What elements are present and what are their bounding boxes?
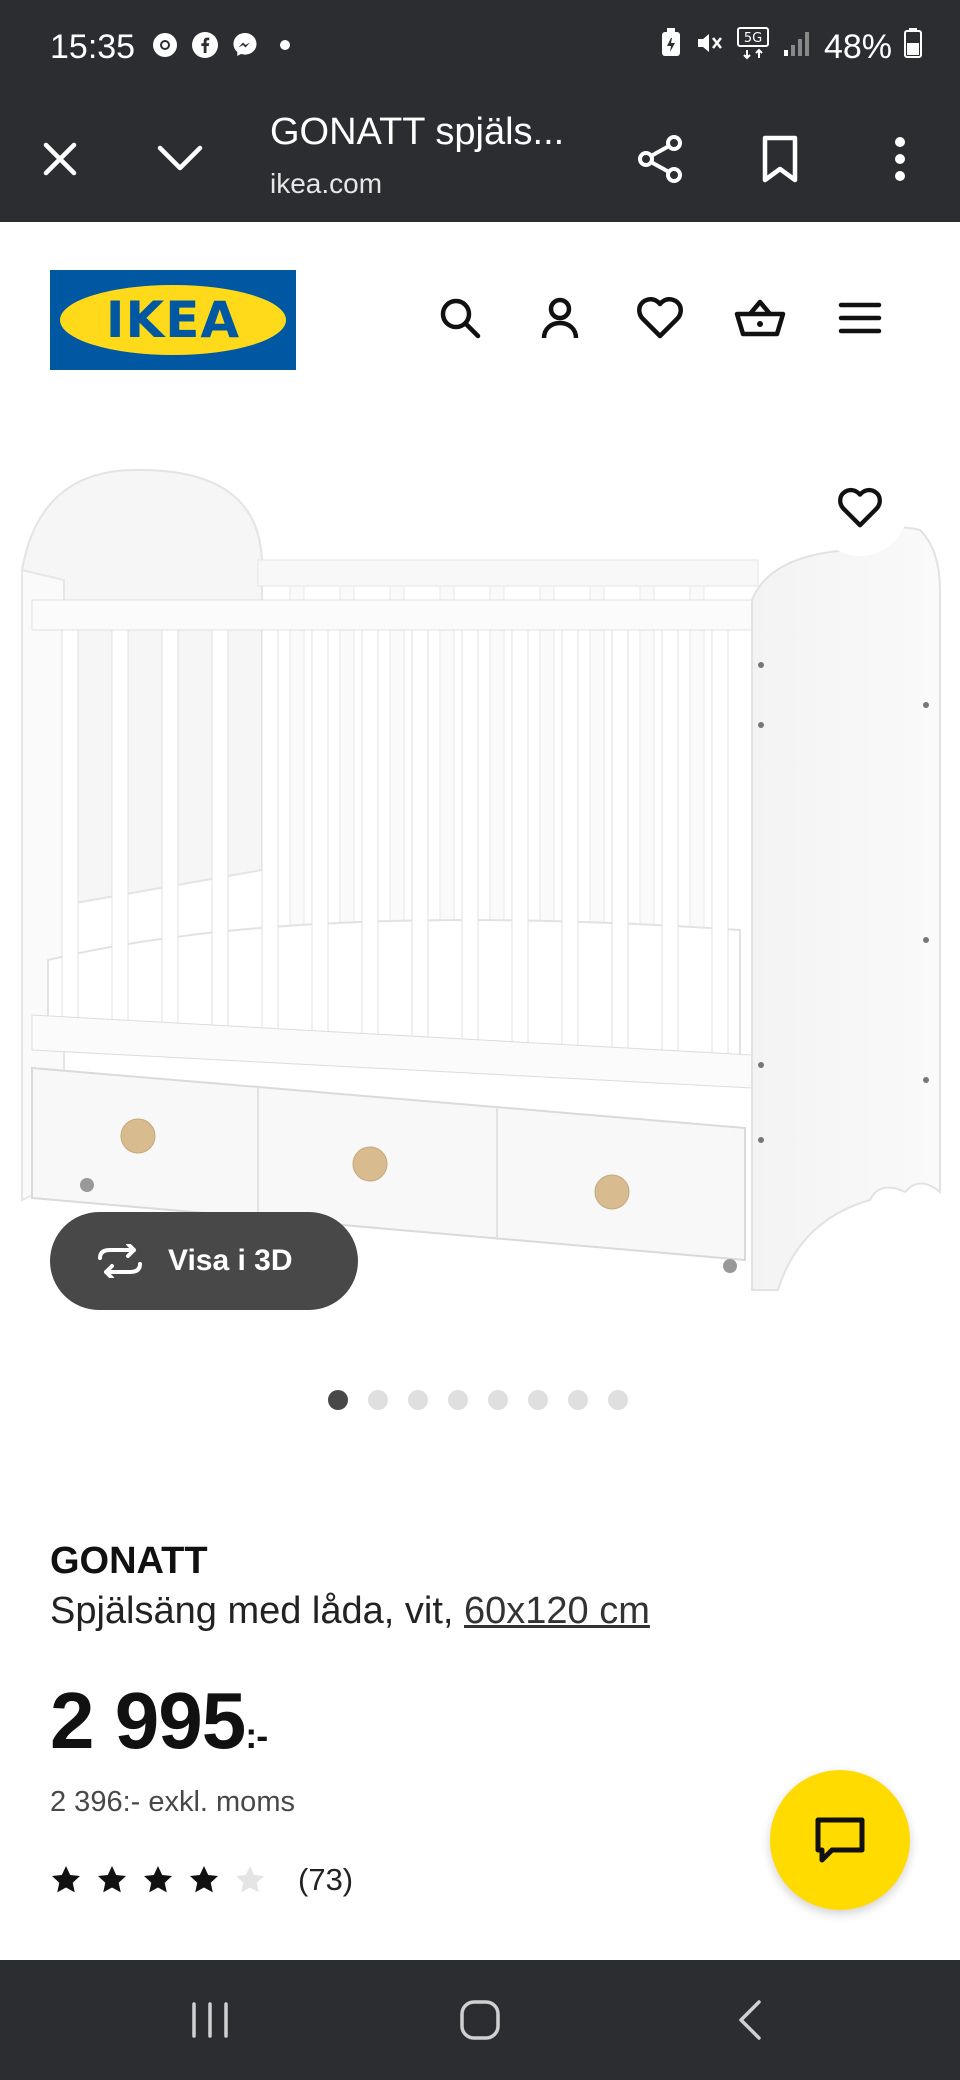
back-icon [739, 2000, 761, 2040]
facebook-icon [190, 30, 220, 60]
gallery-dot[interactable] [328, 1390, 348, 1410]
system-nav-bar [0, 1960, 960, 2080]
ikea-logo[interactable]: IKEA [50, 270, 296, 370]
account-icon [541, 297, 579, 339]
chat-button[interactable] [770, 1770, 910, 1910]
gallery-dot[interactable] [528, 1390, 548, 1410]
recent-apps-icon [192, 2002, 228, 2038]
gallery-dot[interactable] [408, 1390, 428, 1410]
search-icon [440, 298, 481, 339]
browser-toolbar: GONATT spjäls... ikea.com [0, 96, 960, 222]
search-button[interactable] [428, 286, 492, 350]
mute-icon [694, 28, 724, 67]
logo-text: IKEA [105, 291, 241, 349]
bookmark-icon [762, 135, 798, 183]
more-vertical-icon [895, 137, 905, 181]
chrome-icon [150, 30, 180, 60]
price-excl-vat: 2 396:- exkl. moms [50, 1786, 295, 1818]
star-filled-icon [98, 1866, 126, 1893]
gallery-pagination [328, 1390, 628, 1410]
notification-icons [150, 30, 300, 60]
cart-button[interactable] [728, 286, 792, 350]
size-link[interactable]: 60x120 cm [464, 1590, 650, 1632]
product-price: 2 995:- [50, 1675, 268, 1767]
menu-button[interactable] [828, 286, 892, 350]
review-count: (73) [298, 1862, 354, 1897]
home-button[interactable] [420, 1960, 540, 2080]
gallery-dot[interactable] [448, 1390, 468, 1410]
home-icon [460, 2000, 500, 2040]
minimize-button[interactable] [132, 96, 228, 222]
gallery-dot[interactable] [608, 1390, 628, 1410]
favourites-button[interactable] [628, 286, 692, 350]
product-description: Spjälsäng med låda, vit, 60x120 cm [50, 1590, 650, 1633]
svg-text:5G: 5G [744, 31, 762, 46]
price-suffix: :- [245, 1715, 268, 1756]
heart-icon [637, 297, 683, 339]
product-rating[interactable]: (73) [50, 1862, 353, 1898]
recent-apps-button[interactable] [150, 1960, 270, 2080]
gallery-dot[interactable] [368, 1390, 388, 1410]
product-name: GONATT [50, 1540, 208, 1582]
heart-icon [838, 487, 882, 528]
account-button[interactable] [528, 286, 592, 350]
close-tab-button[interactable] [12, 96, 108, 222]
battery-saver-icon [660, 28, 682, 67]
dot-indicator-icon [270, 30, 300, 60]
signal-icon [782, 28, 812, 67]
rotate-3d-icon [98, 1244, 142, 1278]
star-empty-icon [236, 1866, 264, 1893]
messenger-icon [230, 30, 260, 60]
price-main: 2 995 [50, 1676, 246, 1765]
add-to-favourites-button[interactable] [812, 460, 908, 556]
page-title: GONATT spjäls... [270, 111, 565, 153]
chat-icon [815, 1817, 865, 1863]
status-bar: 15:35 5G 48% [0, 0, 960, 96]
view-in-3d-label: Visa i 3D [168, 1244, 293, 1277]
site-header: IKEA [0, 222, 960, 392]
star-filled-icon [52, 1866, 80, 1893]
status-time: 15:35 [50, 28, 136, 66]
chevron-down-icon [157, 145, 203, 171]
back-button[interactable] [690, 1960, 810, 2080]
product-description-text: Spjälsäng med låda, vit, [50, 1590, 465, 1632]
more-options-button[interactable] [852, 96, 948, 222]
network-5g-icon: 5G [736, 26, 770, 69]
menu-icon [838, 302, 882, 334]
gallery-dot[interactable] [568, 1390, 588, 1410]
view-in-3d-button[interactable]: Visa i 3D [50, 1212, 358, 1310]
star-filled-icon [190, 1866, 218, 1893]
page-url: ikea.com [270, 168, 383, 199]
product-image[interactable] [0, 440, 960, 1320]
star-filled-icon [144, 1866, 172, 1893]
close-icon [43, 142, 77, 176]
bookmark-button[interactable] [732, 96, 828, 222]
battery-percent: 48% [823, 28, 892, 66]
crib-illustration [21, 468, 941, 1291]
battery-icon [904, 28, 922, 67]
cart-icon [734, 299, 786, 337]
gallery-dot[interactable] [488, 1390, 508, 1410]
status-right: 5G 48% [660, 26, 922, 69]
share-button[interactable] [612, 96, 708, 222]
share-icon [638, 135, 682, 183]
